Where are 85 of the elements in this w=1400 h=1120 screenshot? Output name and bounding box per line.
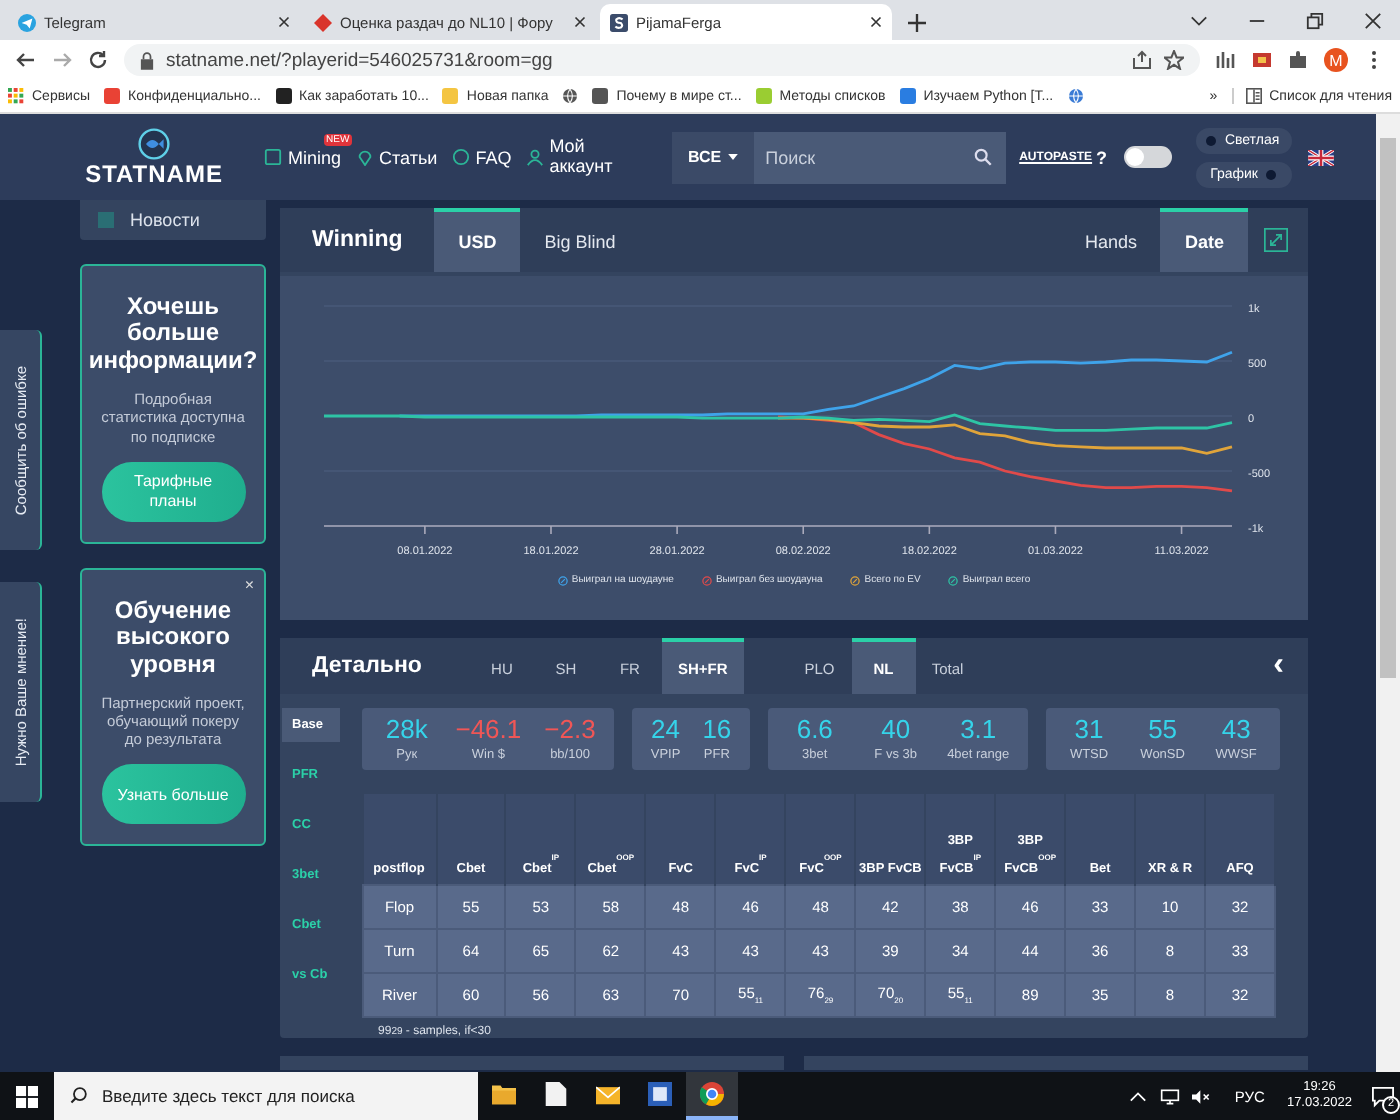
bookmark[interactable]: [1067, 88, 1084, 104]
reload-icon[interactable]: [88, 50, 108, 70]
taskbar-app[interactable]: [686, 1072, 738, 1120]
restore-icon[interactable]: [1306, 12, 1324, 30]
diamond-icon: [314, 13, 332, 31]
start-icon[interactable]: [16, 1085, 38, 1107]
paper-plane-icon: [18, 13, 36, 31]
bars-icon[interactable]: [1216, 50, 1236, 70]
unit-tab[interactable]: USD: [434, 208, 521, 272]
site-logo[interactable]: STATNAME: [88, 127, 220, 187]
globe-icon: [1067, 88, 1084, 104]
stat-value: 6.6: [796, 714, 833, 744]
network-icon[interactable]: [1160, 1087, 1181, 1105]
news-tab[interactable]: Новости: [80, 200, 266, 240]
site-icon: [610, 13, 628, 31]
promo-title: Обучение высокого уровня: [112, 597, 234, 679]
expand-icon[interactable]: [1264, 228, 1288, 252]
close-icon[interactable]: [870, 16, 882, 28]
list-icon: [1245, 88, 1262, 104]
bookmark-icon: [104, 88, 121, 104]
panel-title: Детально: [312, 654, 422, 678]
envelope-icon: [596, 1082, 620, 1106]
autopaste-toggle[interactable]: [1123, 146, 1172, 168]
new-tab-icon[interactable]: [908, 14, 926, 32]
folder-icon: [492, 1082, 516, 1106]
bookmark-icon: [899, 88, 916, 104]
stat-value: 3.1: [960, 714, 997, 744]
star-icon[interactable]: [1164, 50, 1184, 70]
nav-icon: [355, 148, 374, 166]
nav-link[interactable]: Статьи: [355, 147, 438, 167]
nav-link[interactable]: Мой аккаунт: [525, 137, 618, 177]
stat-value: 24: [651, 714, 681, 744]
search-icon: [70, 1086, 88, 1104]
lock-icon: [140, 51, 154, 69]
stat-value: 31: [1074, 714, 1104, 744]
axis-tab[interactable]: Date: [1160, 208, 1248, 272]
bookmark-icon: [442, 88, 459, 104]
scrollbar-thumb[interactable]: [1380, 138, 1396, 678]
search-field[interactable]: Поиск: [753, 131, 1006, 183]
apps-grid-icon: [8, 88, 24, 104]
stat-value: 43: [1221, 714, 1251, 744]
scope-dropdown[interactable]: ВСЕ: [672, 131, 754, 183]
promo-title: Хочешь больше информации?: [88, 294, 258, 375]
share-icon[interactable]: [1132, 50, 1152, 70]
taskbar-search[interactable]: Введите здесь текст для поиска: [54, 1072, 478, 1120]
nav-link[interactable]: FAQ: [451, 147, 512, 167]
nav-icon: [451, 148, 470, 166]
nav-icon: [264, 148, 282, 166]
address-bar[interactable]: statname.net/?playerid=546025731&room=gg: [124, 44, 1200, 76]
profile-avatar[interactable]: M: [1324, 48, 1348, 72]
document-icon: [544, 1082, 568, 1106]
help-mark[interactable]: ?: [1096, 147, 1108, 167]
caret-icon: [727, 154, 738, 160]
unit-tab[interactable]: Big Blind: [520, 208, 640, 272]
muted-speaker-icon[interactable]: [1192, 1087, 1213, 1105]
close-icon[interactable]: [1364, 12, 1382, 30]
flag-icon[interactable]: [1307, 149, 1334, 165]
stat-value: 16: [702, 714, 732, 744]
collapse-button[interactable]: ‹: [1273, 648, 1284, 684]
search-icon: [973, 147, 992, 165]
puzzle-icon[interactable]: [1288, 50, 1308, 70]
close-icon[interactable]: [574, 16, 586, 28]
stat-value: −2.3: [544, 714, 596, 744]
stat-value: 55: [1148, 714, 1178, 744]
stat-value: 28k: [385, 714, 428, 744]
axis-tab[interactable]: Hands: [1060, 208, 1161, 272]
document-icon: [648, 1082, 672, 1106]
bookmark[interactable]: [562, 88, 579, 104]
news-icon: [98, 212, 114, 228]
close-icon[interactable]: [278, 16, 290, 28]
stat-value: 40: [881, 714, 911, 744]
browser-icon: [700, 1082, 724, 1106]
stat-value: −46.1: [455, 714, 522, 744]
bookmark-icon: [592, 88, 609, 104]
bookmark-icon: [275, 88, 292, 104]
globe-icon: [562, 88, 579, 104]
fish-icon: [138, 127, 170, 159]
extension-icon[interactable]: [1252, 50, 1272, 70]
nav-icon: [525, 148, 544, 166]
bookmark-icon: [755, 88, 772, 104]
close-button[interactable]: ×: [244, 575, 254, 594]
chevron-icon[interactable]: [1190, 12, 1208, 30]
back-icon[interactable]: [16, 50, 36, 70]
chevron-icon[interactable]: [1128, 1087, 1149, 1105]
panel-title: Winning: [312, 228, 403, 252]
